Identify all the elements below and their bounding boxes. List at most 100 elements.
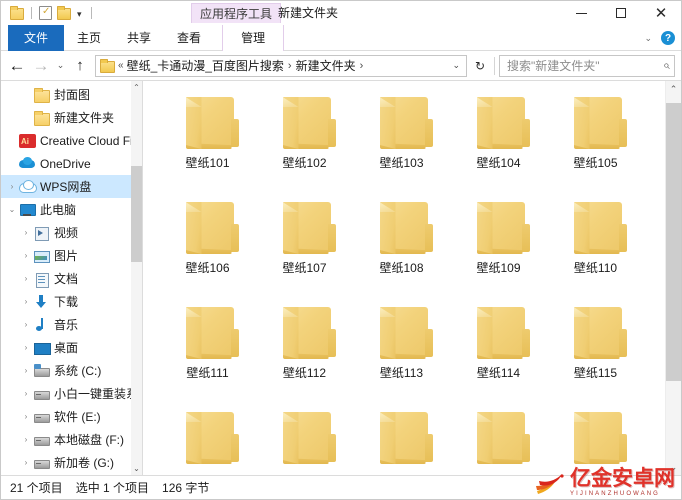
sidebar-item-4[interactable]: › WPS网盘: [1, 175, 142, 198]
file-item[interactable]: [547, 402, 644, 475]
file-item[interactable]: 壁纸108: [353, 192, 450, 297]
breadcrumb[interactable]: « 壁纸_卡通动漫_百度图片搜索 › 新建文件夹 › ⌄: [95, 54, 467, 77]
chevron-right-icon[interactable]: ›: [356, 60, 368, 72]
tab-manage[interactable]: 管理: [222, 25, 285, 51]
navigation-scroll-track[interactable]: [131, 94, 142, 462]
recent-locations-button[interactable]: ⌄: [53, 54, 68, 78]
sidebar-item-6[interactable]: › 视频: [1, 221, 142, 244]
search-icon[interactable]: ⌕: [663, 58, 670, 73]
address-dropdown-icon[interactable]: ⌄: [448, 60, 464, 71]
file-item-label: 壁纸114: [476, 366, 521, 380]
navigation-scroll-thumb[interactable]: [131, 166, 142, 262]
chevron-right-icon[interactable]: ›: [19, 320, 33, 329]
scroll-up-icon[interactable]: ⌃: [670, 81, 678, 97]
tab-view[interactable]: 查看: [164, 25, 214, 51]
file-item[interactable]: [256, 402, 353, 475]
file-item[interactable]: 壁纸109: [450, 192, 547, 297]
sidebar-item-2[interactable]: Creative Cloud Fil: [1, 129, 142, 152]
sidebar-item-8[interactable]: › 文档: [1, 267, 142, 290]
file-item[interactable]: 壁纸103: [353, 87, 450, 192]
sidebar-item-12[interactable]: › 系统 (C:): [1, 359, 142, 382]
file-item[interactable]: 壁纸107: [256, 192, 353, 297]
file-item[interactable]: [450, 402, 547, 475]
help-icon[interactable]: ?: [661, 31, 675, 45]
chevron-right-icon[interactable]: ›: [19, 412, 33, 421]
minimize-button[interactable]: [561, 1, 601, 25]
chevron-right-icon[interactable]: ›: [19, 251, 33, 260]
scroll-down-icon[interactable]: ⌄: [670, 459, 678, 475]
file-item[interactable]: 壁纸111: [159, 297, 256, 402]
file-item[interactable]: 壁纸115: [547, 297, 644, 402]
sidebar-item-10[interactable]: › 音乐: [1, 313, 142, 336]
file-item[interactable]: 壁纸110: [547, 192, 644, 297]
file-item[interactable]: [353, 402, 450, 475]
up-button[interactable]: ↑: [68, 54, 92, 78]
chevron-right-icon[interactable]: ›: [19, 274, 33, 283]
back-button[interactable]: ←: [5, 54, 29, 78]
sidebar-item-5[interactable]: ⌄ 此电脑: [1, 198, 142, 221]
chevron-right-icon[interactable]: ›: [19, 389, 33, 398]
folder-icon[interactable]: [9, 6, 24, 20]
file-item[interactable]: 壁纸114: [450, 297, 547, 402]
sidebar-item-3[interactable]: OneDrive: [1, 152, 142, 175]
chevron-right-icon[interactable]: ›: [284, 60, 296, 72]
breadcrumb-item-1[interactable]: 新建文件夹: [296, 57, 356, 74]
tab-home[interactable]: 主页: [64, 25, 114, 51]
refresh-button[interactable]: ↻: [470, 55, 490, 77]
sidebar-item-0[interactable]: 封面图: [1, 83, 142, 106]
chevron-right-icon[interactable]: ›: [19, 343, 33, 352]
tab-file[interactable]: 文件: [8, 25, 65, 51]
chevron-down-icon[interactable]: ⌄: [644, 33, 652, 44]
desktop-icon: [33, 340, 51, 356]
file-item[interactable]: 壁纸102: [256, 87, 353, 192]
file-item[interactable]: 壁纸112: [256, 297, 353, 402]
sidebar-item-label: 本地磁盘 (F:): [54, 433, 124, 447]
sidebar-item-13[interactable]: › 小白一键重装系统: [1, 382, 142, 405]
navigation-pane: 封面图新建文件夹 Creative Cloud Fil OneDrive › WPS网盘…: [1, 81, 142, 475]
scroll-up-icon[interactable]: ⌃: [133, 81, 140, 94]
breadcrumb-item-0[interactable]: 壁纸_卡通动漫_百度图片搜索: [127, 57, 284, 74]
chevron-right-icon[interactable]: ›: [19, 297, 33, 306]
properties-icon[interactable]: [39, 5, 52, 20]
file-item[interactable]: 壁纸113: [353, 297, 450, 402]
chevron-down-icon[interactable]: ▾: [75, 9, 84, 19]
content-scrollbar[interactable]: ⌃ ⌄: [665, 81, 681, 475]
window-controls: ✕: [561, 1, 681, 25]
sidebar-item-label: WPS网盘: [40, 180, 92, 194]
chevron-right-icon[interactable]: ›: [19, 458, 33, 467]
sidebar-item-11[interactable]: › 桌面: [1, 336, 142, 359]
chevron-right-icon[interactable]: ›: [19, 435, 33, 444]
onedrive-icon: [19, 156, 36, 172]
breadcrumb-overflow-icon[interactable]: «: [117, 60, 127, 71]
chevron-right-icon[interactable]: ›: [19, 228, 33, 237]
sidebar-item-7[interactable]: › 图片: [1, 244, 142, 267]
navigation-scrollbar[interactable]: ⌃ ⌄: [131, 81, 142, 475]
file-item[interactable]: 壁纸101: [159, 87, 256, 192]
content-scroll-track[interactable]: [665, 97, 681, 459]
folder-icon: [33, 110, 50, 126]
sidebar-item-16[interactable]: › 新加卷 (G:): [1, 451, 142, 474]
chevron-right-icon[interactable]: ›: [19, 366, 33, 375]
search-input[interactable]: 搜索"新建文件夹" ⌕: [499, 54, 675, 77]
tab-share[interactable]: 共享: [114, 25, 164, 51]
folder-icon: [177, 91, 239, 153]
file-item[interactable]: 壁纸106: [159, 192, 256, 297]
maximize-button[interactable]: [601, 1, 641, 25]
sidebar-item-9[interactable]: › 下载: [1, 290, 142, 313]
file-item[interactable]: 壁纸105: [547, 87, 644, 192]
chevron-down-icon[interactable]: ⌄: [5, 205, 19, 214]
sidebar-item-14[interactable]: › 软件 (E:): [1, 405, 142, 428]
content-scroll-thumb[interactable]: [665, 103, 681, 381]
system-drive-icon: [33, 363, 50, 379]
folder-icon: [565, 301, 627, 363]
forward-button[interactable]: →: [29, 54, 53, 78]
scroll-down-icon[interactable]: ⌄: [133, 462, 140, 475]
chevron-right-icon[interactable]: ›: [5, 182, 19, 191]
file-item[interactable]: 壁纸104: [450, 87, 547, 192]
music-icon: [33, 317, 50, 333]
sidebar-item-15[interactable]: › 本地磁盘 (F:): [1, 428, 142, 451]
sidebar-item-1[interactable]: 新建文件夹: [1, 106, 142, 129]
close-button[interactable]: ✕: [641, 1, 681, 25]
new-folder-icon[interactable]: [56, 6, 71, 20]
file-item[interactable]: [159, 402, 256, 475]
